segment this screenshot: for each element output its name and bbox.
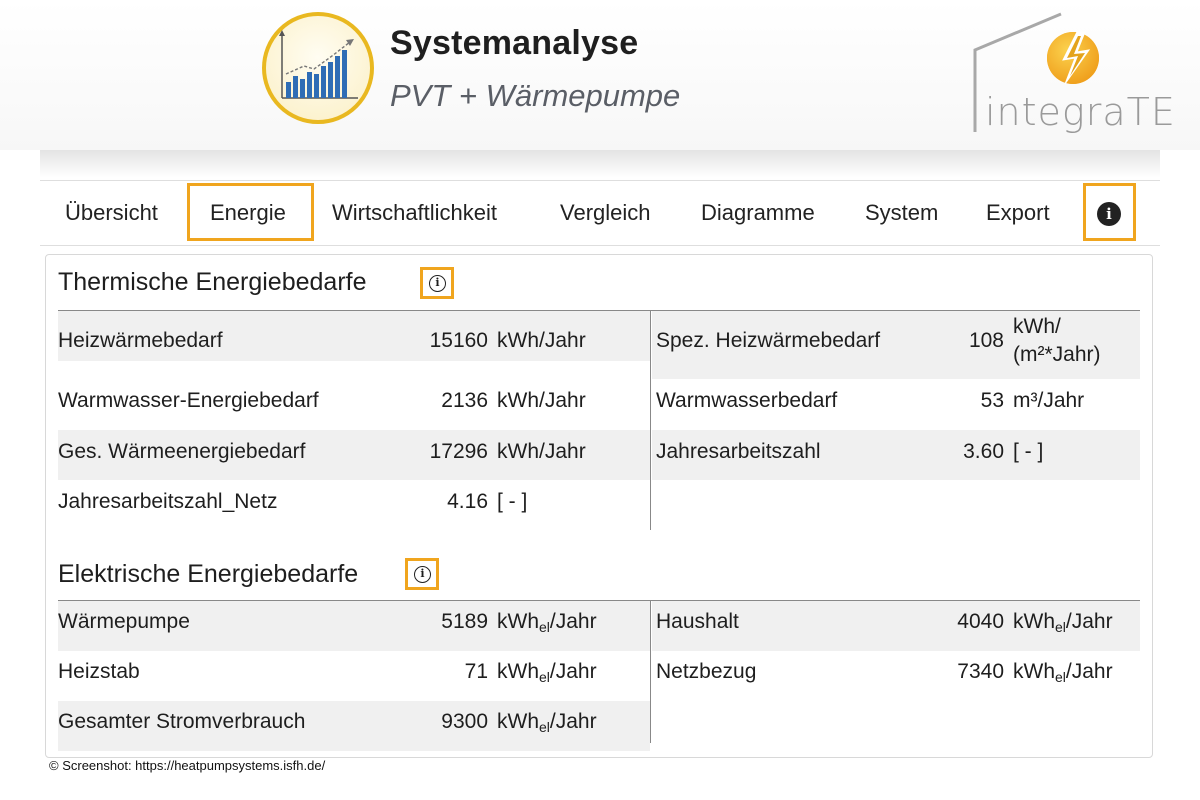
unit: kWh/Jahr [497, 389, 586, 412]
column-divider [650, 310, 651, 530]
unit: kWh/ [1013, 315, 1061, 338]
copyright-note: © Screenshot: https://heatpumpsystems.is… [49, 758, 326, 773]
section-title-thermal: Thermische Energiebedarfe [58, 268, 367, 296]
value-heizwaermebedarf: 15160 [429, 329, 488, 352]
label-heizwaermebedarf: Heizwärmebedarf [58, 329, 223, 352]
value-spez-heizwaermebedarf: 108 [968, 329, 1004, 352]
column-divider [650, 600, 651, 743]
tab-system[interactable]: System [865, 181, 938, 245]
brand-name: integraTE [985, 90, 1176, 134]
chart-logo-icon [262, 12, 374, 124]
label-jahresarbeitszahl-netz: Jahresarbeitszahl_Netz [58, 490, 278, 513]
label-gesamter-stromverbrauch: Gesamter Stromverbrauch [58, 710, 306, 733]
app-title: Systemanalyse [390, 24, 639, 62]
header-shadow [40, 150, 1160, 178]
unit: kWh/Jahr [497, 329, 586, 352]
tab-export[interactable]: Export [986, 181, 1050, 245]
value-haushalt: 4040 [957, 610, 1004, 633]
value-heizstab: 71 [464, 660, 488, 683]
value-ges-waermeenergiebedarf: 17296 [429, 440, 488, 463]
value-warmwasser-energiebedarf: 2136 [441, 389, 488, 412]
label-haushalt: Haushalt [656, 610, 739, 633]
info-icon[interactable]: i [1097, 202, 1121, 226]
label-jahresarbeitszahl: Jahresarbeitszahl [656, 440, 821, 463]
label-spez-heizwaermebedarf: Spez. Heizwärmebedarf [656, 329, 881, 352]
tab-diagramme[interactable]: Diagramme [701, 181, 815, 245]
unit: kWh/Jahr [497, 440, 586, 463]
unit: [ - ] [1013, 440, 1044, 463]
value-netzbezug: 7340 [957, 660, 1004, 683]
tab-wirtschaftlichkeit[interactable]: Wirtschaftlichkeit [332, 181, 497, 245]
unit: (m²*Jahr) [1013, 343, 1101, 366]
info-circle-icon: i [414, 566, 431, 583]
unit-kwh-el: kWhel/Jahr [1013, 660, 1113, 685]
electric-info-button[interactable]: i [405, 558, 439, 590]
label-warmwasserbedarf: Warmwasserbedarf [656, 389, 838, 412]
unit: m³/Jahr [1013, 389, 1085, 412]
thermal-info-button[interactable]: i [420, 267, 454, 299]
value-warmwasserbedarf: 53 [980, 389, 1004, 412]
value-gesamter-stromverbrauch: 9300 [441, 710, 488, 733]
label-netzbezug: Netzbezug [656, 660, 757, 683]
label-ges-waermeenergiebedarf: Ges. Wärmeenergiebedarf [58, 440, 306, 463]
info-circle-icon: i [429, 275, 446, 292]
unit-kwh-el: kWhel/Jahr [497, 710, 597, 735]
tab-uebersicht[interactable]: Übersicht [65, 181, 158, 245]
section-title-electric: Elektrische Energiebedarfe [58, 560, 359, 588]
value-jahresarbeitszahl-netz: 4.16 [447, 490, 488, 513]
tab-vergleich[interactable]: Vergleich [560, 181, 651, 245]
value-waermepumpe: 5189 [441, 610, 488, 633]
value-jahresarbeitszahl: 3.60 [963, 440, 1004, 463]
app-subtitle: PVT + Wärmepumpe [390, 78, 681, 113]
brand-logo: integraTE [965, 10, 1175, 135]
main-nav: Übersicht Energie Wirtschaftlichkeit Ver… [40, 180, 1160, 246]
label-warmwasser-energiebedarf: Warmwasser-Energiebedarf [58, 389, 319, 412]
tab-energie[interactable]: Energie [210, 181, 286, 245]
label-waermepumpe: Wärmepumpe [58, 610, 190, 633]
energy-panel: Thermische Energiebedarfe i Heizwärmebed… [45, 254, 1153, 758]
unit-kwh-el: kWhel/Jahr [1013, 610, 1113, 635]
unit-kwh-el: kWhel/Jahr [497, 660, 597, 685]
unit-kwh-el: kWhel/Jahr [497, 610, 597, 635]
unit: [ - ] [497, 490, 528, 513]
label-heizstab: Heizstab [58, 660, 140, 683]
